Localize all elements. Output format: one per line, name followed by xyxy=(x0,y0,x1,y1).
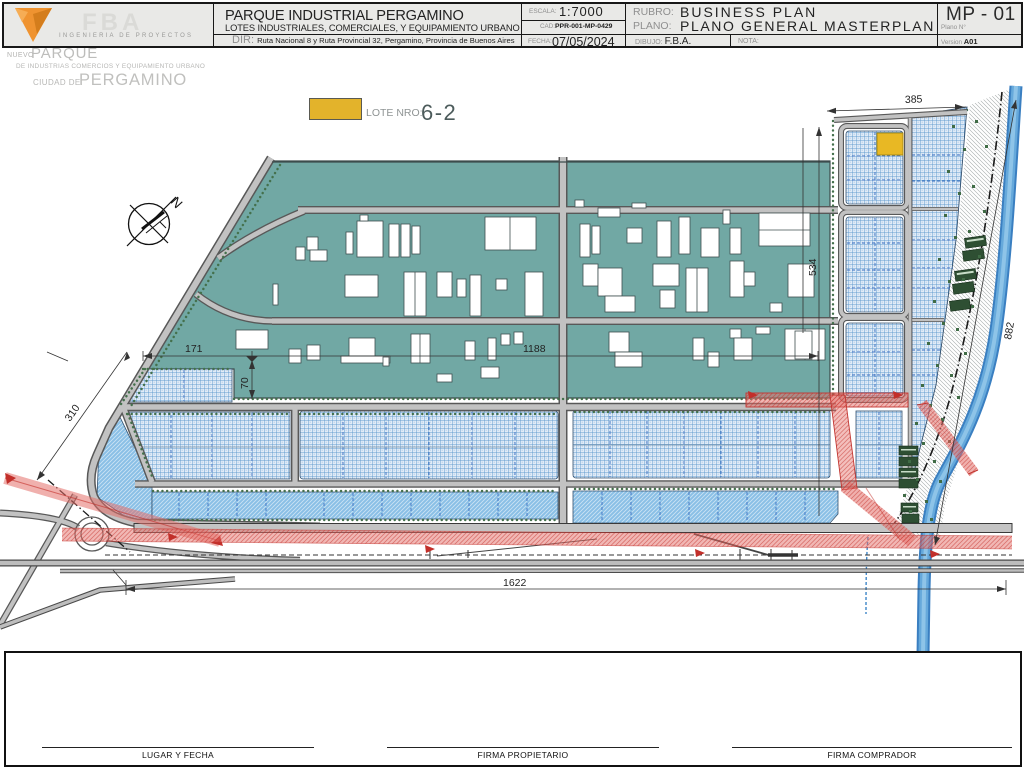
svg-text:70: 70 xyxy=(239,377,251,389)
svg-text:INGENIERIA DE PROYECTOS: INGENIERIA DE PROYECTOS xyxy=(59,33,193,39)
svg-text:171: 171 xyxy=(185,343,203,355)
svg-text:1622: 1622 xyxy=(503,577,527,589)
svg-text:385: 385 xyxy=(905,93,923,106)
svg-text:534: 534 xyxy=(807,258,819,276)
svg-text:N: N xyxy=(168,194,186,211)
svg-text:1188: 1188 xyxy=(523,343,546,355)
svg-text:310: 310 xyxy=(63,402,83,423)
svg-text:882: 882 xyxy=(1002,321,1017,340)
svg-text:FBA: FBA xyxy=(82,9,143,36)
